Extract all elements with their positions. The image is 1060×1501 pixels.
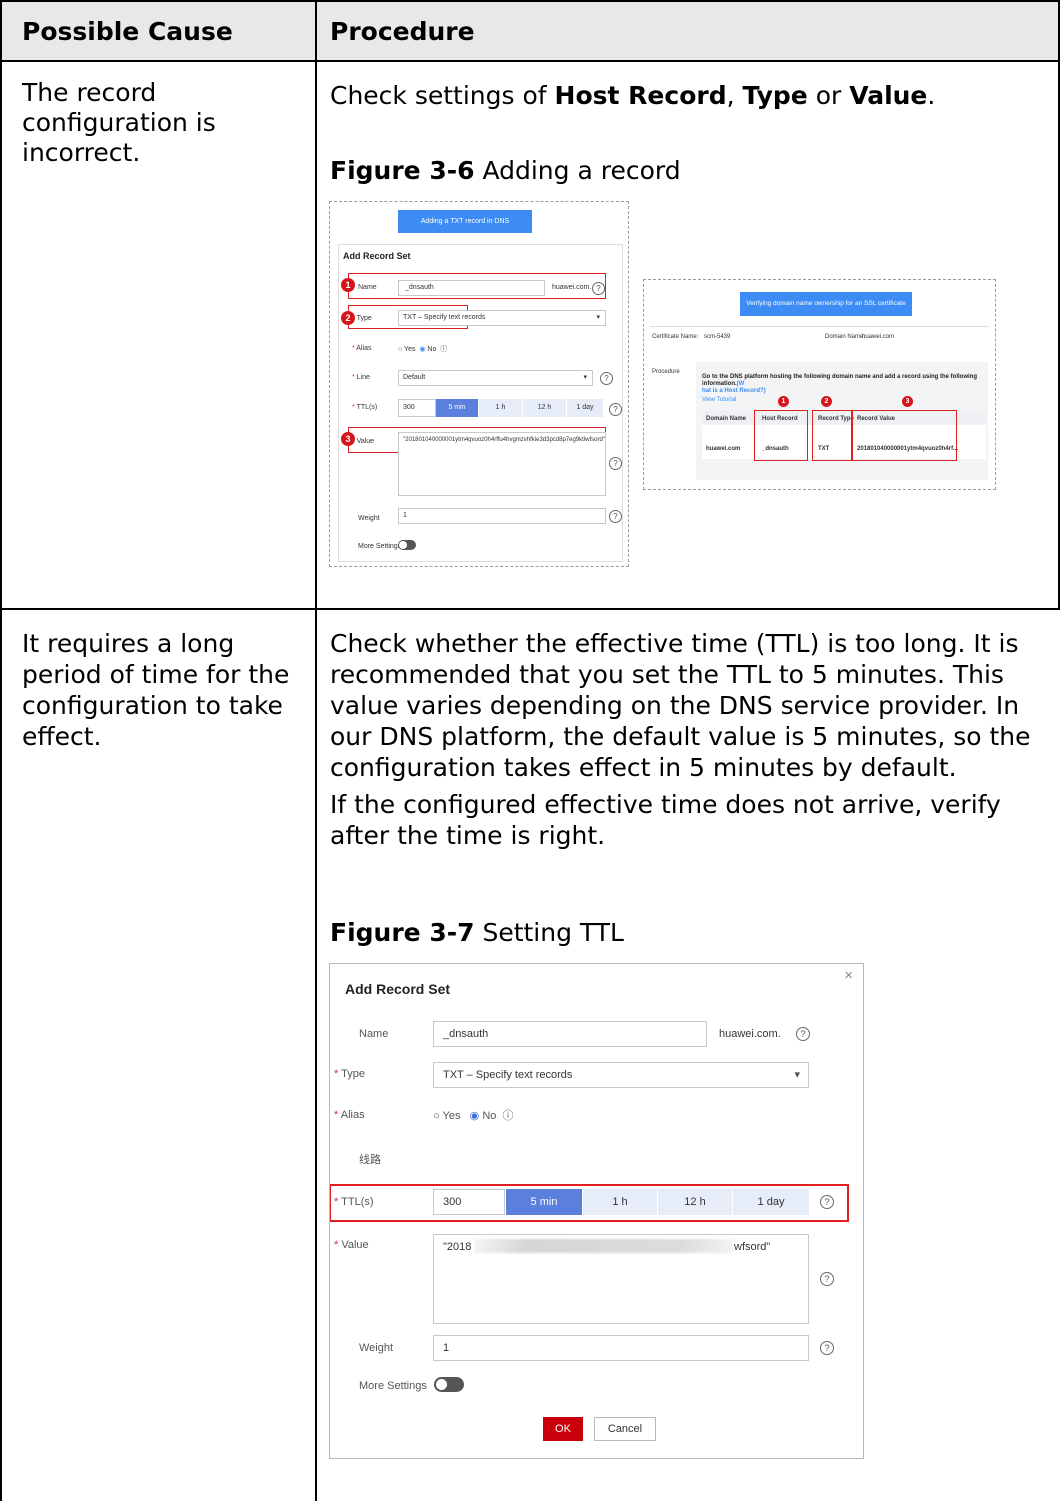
type-select[interactable]: TXT – Specify text records ▾ bbox=[433, 1062, 809, 1088]
border-header bbox=[0, 60, 1060, 62]
domain-label: Domain Name: bbox=[825, 334, 866, 340]
ttl-1h[interactable]: 1 h bbox=[479, 399, 522, 417]
figure-3-6-add-record-screenshot: Adding a TXT record in DNS Add Record Se… bbox=[329, 201, 629, 567]
value-label: * Value bbox=[352, 438, 375, 445]
help-icon: ? bbox=[609, 457, 622, 470]
help-icon: ⓘ bbox=[440, 346, 448, 353]
troubleshooting-table: Possible Cause Procedure The record conf… bbox=[0, 0, 1060, 1501]
chevron-down-icon: ▾ bbox=[596, 314, 600, 321]
type-select[interactable]: TXT – Specify text records ▾ bbox=[398, 310, 606, 326]
help-icon: ? bbox=[600, 372, 613, 385]
domain-suffix: huawei.com. bbox=[719, 1028, 781, 1040]
border-row bbox=[0, 608, 1060, 610]
badge-1: 1 bbox=[341, 278, 355, 292]
border-middle bbox=[315, 0, 317, 1501]
help-icon: ? bbox=[820, 1195, 834, 1209]
line-label: 线路 bbox=[359, 1154, 381, 1166]
row2-procedure: Check whether the effective time (TTL) i… bbox=[330, 628, 1055, 851]
figure-3-6-caption: Figure 3-6 Adding a record bbox=[330, 156, 681, 185]
name-input[interactable]: _dnsauth bbox=[433, 1021, 707, 1047]
banner-verify: Verifying domain name ownership for an S… bbox=[740, 292, 912, 316]
value-label: * Value bbox=[334, 1239, 369, 1251]
alias-label: * Alias bbox=[334, 1109, 365, 1121]
header-procedure: Procedure bbox=[330, 17, 475, 46]
ttl-1h[interactable]: 1 h bbox=[583, 1189, 657, 1215]
highlight-host-record bbox=[754, 410, 808, 461]
badge-3: 3 bbox=[902, 396, 913, 407]
more-settings-label: More Settings bbox=[359, 1380, 427, 1392]
help-icon: ? bbox=[820, 1341, 834, 1355]
help-icon: ? bbox=[796, 1027, 810, 1041]
help-icon: ? bbox=[820, 1272, 834, 1286]
close-icon[interactable]: × bbox=[844, 967, 853, 984]
chevron-down-icon: ▾ bbox=[583, 374, 587, 381]
cert-label: Certificate Name: bbox=[652, 334, 699, 340]
highlight-record-type bbox=[812, 410, 852, 461]
row2-para1: Check whether the effective time (TTL) i… bbox=[330, 629, 1031, 782]
name-input[interactable]: _dnsauth bbox=[398, 280, 545, 296]
badge-1: 1 bbox=[778, 396, 789, 407]
name-label: Name bbox=[358, 284, 377, 291]
more-settings-toggle[interactable] bbox=[398, 540, 416, 550]
row1-procedure: Check settings of Host Record, Type or V… bbox=[330, 81, 936, 110]
procedure-label: Procedure bbox=[652, 369, 680, 375]
domain-suffix: huawei.com. bbox=[552, 284, 592, 291]
line-select[interactable]: Default ▾ bbox=[398, 370, 593, 386]
alias-radio-group[interactable]: ○ Yes ◉ No ⓘ bbox=[398, 344, 447, 354]
more-settings-toggle[interactable] bbox=[434, 1377, 464, 1392]
procedure-instruction: Go to the DNS platform hosting the follo… bbox=[702, 374, 978, 394]
more-settings-label: More Settings bbox=[358, 543, 402, 550]
ttl-label: * TTL(s) bbox=[334, 1196, 374, 1208]
domain-value: huawei.com bbox=[862, 334, 895, 340]
view-tutorial-link[interactable]: View Tutorial bbox=[702, 397, 736, 403]
figure-3-7-ttl-screenshot: Add Record Set × Name _dnsauth huawei.co… bbox=[329, 963, 864, 1459]
cancel-button[interactable]: Cancel bbox=[594, 1417, 656, 1441]
row2-cause: It requires a long period of time for th… bbox=[22, 629, 290, 751]
ttl-input[interactable]: 300 bbox=[433, 1189, 505, 1215]
figure-3-7-caption: Figure 3-7 Setting TTL bbox=[330, 918, 624, 947]
alias-label: * Alias bbox=[352, 345, 372, 352]
border-left bbox=[0, 0, 2, 1501]
ttl-5min[interactable]: 5 min bbox=[506, 1189, 582, 1215]
highlight-record-value bbox=[852, 410, 957, 461]
ttl-1day[interactable]: 1 day bbox=[567, 399, 603, 417]
weight-label: Weight bbox=[358, 515, 380, 522]
banner-add-txt: Adding a TXT record in DNS bbox=[398, 210, 532, 233]
weight-label: Weight bbox=[359, 1342, 394, 1354]
weight-input[interactable]: 1 bbox=[433, 1335, 809, 1361]
chevron-down-icon: ▾ bbox=[794, 1069, 800, 1081]
ttl-12h[interactable]: 12 h bbox=[523, 399, 566, 417]
help-icon: ? bbox=[609, 403, 622, 416]
border-top bbox=[0, 0, 1060, 2]
dialog-title: Add Record Set bbox=[345, 981, 451, 997]
help-icon: ⓘ bbox=[502, 1110, 514, 1122]
type-label: * Type bbox=[334, 1068, 365, 1080]
row1-cause: The record configuration is incorrect. bbox=[22, 78, 216, 167]
cert-value: scm-5439 bbox=[704, 334, 731, 340]
ok-button[interactable]: OK bbox=[543, 1417, 583, 1441]
panel-title: Add Record Set bbox=[343, 251, 411, 261]
value-textarea[interactable]: "201801040000001ytm4qvuoz0h4rffu4hvgmzvh… bbox=[398, 432, 606, 496]
col-domain: Domain Name bbox=[706, 416, 747, 422]
value-textarea[interactable]: "2018 wfsord" bbox=[433, 1234, 809, 1324]
ttl-5min[interactable]: 5 min bbox=[436, 399, 478, 417]
ttl-label: * TTL(s) bbox=[352, 404, 378, 411]
row2-para2: If the configured effective time does no… bbox=[330, 790, 1001, 850]
weight-input[interactable]: 1 bbox=[398, 508, 606, 524]
help-icon: ? bbox=[592, 282, 605, 295]
ttl-12h[interactable]: 12 h bbox=[658, 1189, 732, 1215]
ttl-input[interactable]: 300 bbox=[398, 399, 436, 417]
cell-domain: huawei.com bbox=[706, 446, 741, 452]
type-label: * Type bbox=[352, 315, 372, 322]
divider bbox=[650, 326, 989, 327]
line-label: * Line bbox=[352, 374, 370, 381]
figure-3-6-verify-screenshot: Verifying domain name ownership for an S… bbox=[643, 279, 996, 490]
ttl-1day[interactable]: 1 day bbox=[733, 1189, 809, 1215]
badge-2: 2 bbox=[821, 396, 832, 407]
blurred-value bbox=[474, 1239, 734, 1253]
name-label: Name bbox=[359, 1028, 389, 1040]
header-possible-cause: Possible Cause bbox=[22, 17, 233, 46]
alias-radio-group[interactable]: ○ Yes ◉ No ⓘ bbox=[433, 1107, 514, 1123]
help-icon: ? bbox=[609, 510, 622, 523]
